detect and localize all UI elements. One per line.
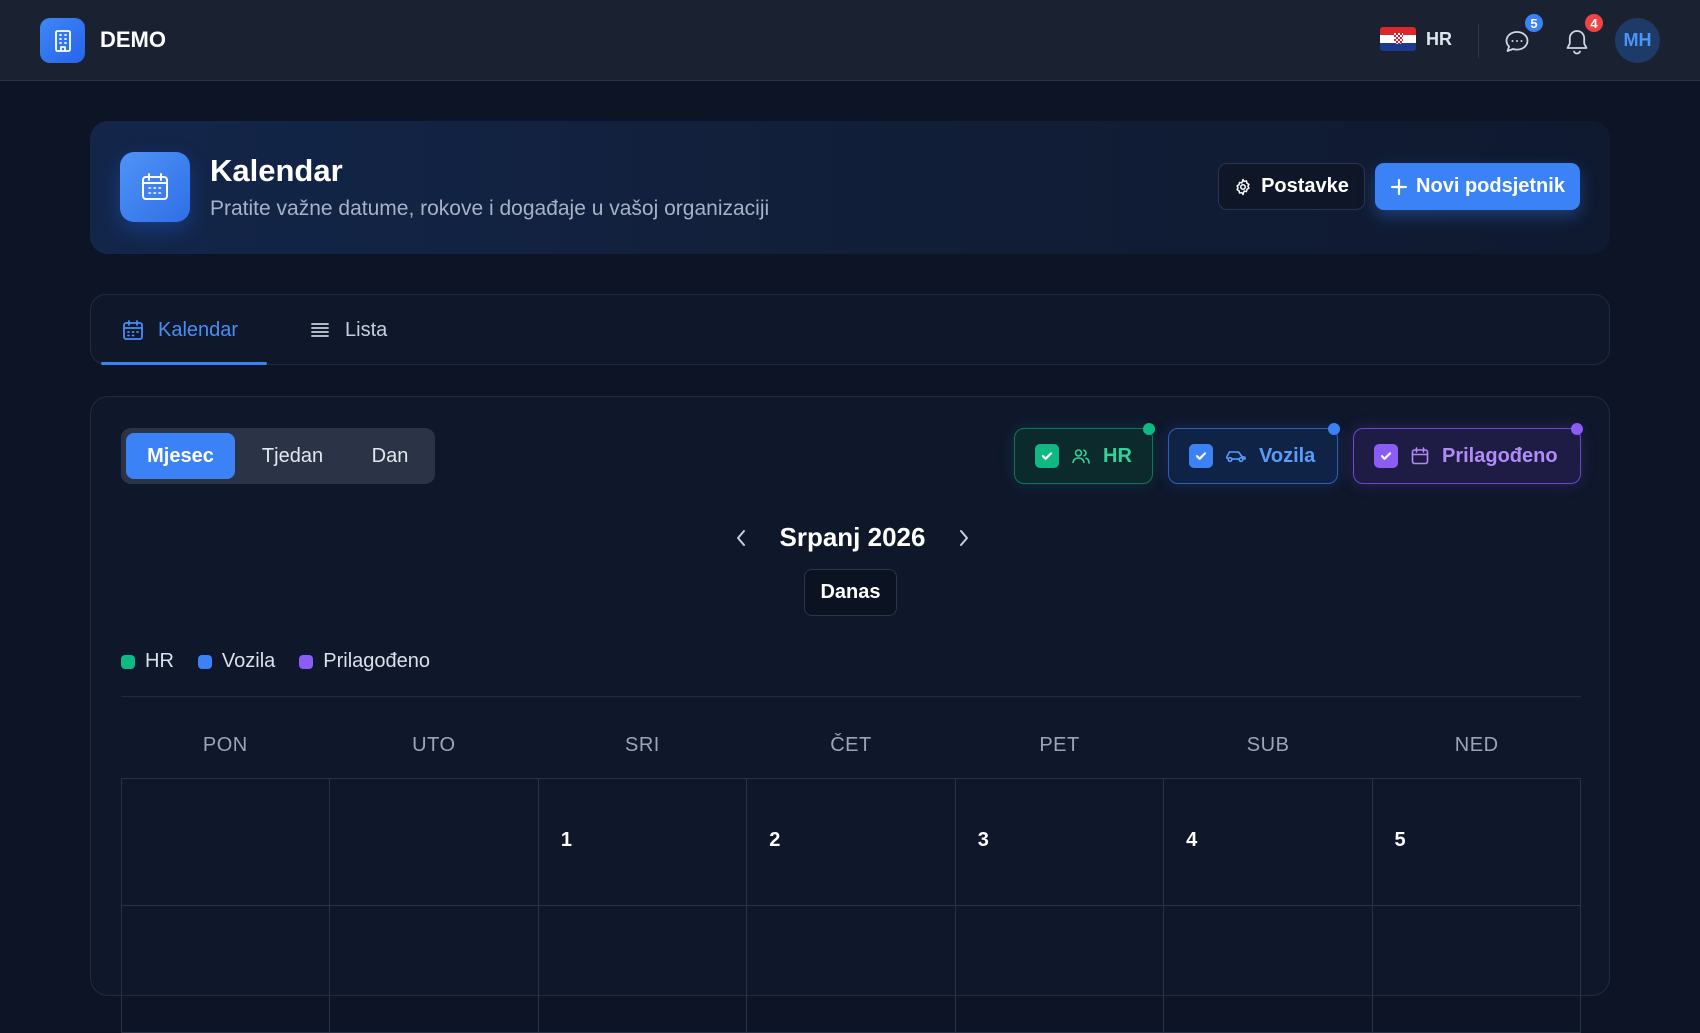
bell-icon bbox=[1566, 30, 1588, 55]
filter-custom-label: Prilagođeno bbox=[1442, 444, 1558, 467]
chat-bubble-icon bbox=[1505, 31, 1529, 52]
day-cell[interactable] bbox=[1164, 906, 1373, 1033]
day-cell[interactable] bbox=[122, 779, 331, 906]
calendar-icon bbox=[120, 152, 190, 222]
day-cell[interactable]: 4 bbox=[1164, 779, 1373, 906]
messages-badge: 5 bbox=[1523, 12, 1545, 34]
user-avatar[interactable]: MH bbox=[1615, 18, 1660, 63]
view-tabs: Kalendar Lista bbox=[90, 294, 1610, 365]
language-switcher[interactable]: HR bbox=[1380, 27, 1452, 51]
weekday-label: PET bbox=[1039, 734, 1080, 756]
tab-list[interactable]: Lista bbox=[309, 295, 387, 365]
day-cell[interactable] bbox=[747, 906, 956, 1033]
header-divider bbox=[1478, 24, 1479, 58]
filter-hr-label: HR bbox=[1103, 444, 1132, 467]
chevron-left-icon bbox=[737, 530, 745, 546]
previous-month-button[interactable] bbox=[726, 523, 756, 553]
page-subtitle: Pratite važne datume, rokove i događaje … bbox=[210, 197, 770, 220]
gear-icon bbox=[1236, 178, 1250, 195]
filter-vehicles-label: Vozila bbox=[1259, 444, 1316, 467]
day-cell[interactable] bbox=[538, 906, 748, 1033]
notifications-button[interactable]: 4 bbox=[1557, 12, 1605, 62]
legend-item-custom: Prilagođeno bbox=[299, 650, 430, 673]
filter-custom-indicator bbox=[1571, 423, 1583, 435]
day-cell[interactable]: 3 bbox=[955, 779, 1165, 906]
weekday-label: PON bbox=[202, 734, 248, 756]
filter-custom[interactable]: Prilagođeno bbox=[1353, 423, 1583, 484]
weekday-label: NED bbox=[1454, 734, 1499, 756]
settings-button[interactable]: Postavke bbox=[1218, 163, 1365, 210]
day-number: 2 bbox=[769, 829, 781, 851]
filter-vehicles-indicator bbox=[1328, 423, 1340, 435]
tab-calendar[interactable]: Kalendar bbox=[101, 295, 267, 365]
building-icon[interactable] bbox=[40, 18, 85, 63]
legend-item-vehicles: Vozila bbox=[197, 650, 276, 673]
users-icon bbox=[1072, 449, 1090, 464]
filter-hr-indicator bbox=[1143, 423, 1155, 435]
week-row bbox=[122, 906, 1581, 1033]
car-icon bbox=[1226, 451, 1246, 463]
page-header: Kalendar Pratite važne datume, rokove i … bbox=[90, 121, 1610, 254]
view-week-button[interactable]: Tjedan bbox=[235, 433, 350, 479]
calendar-panel: Mjesec Tjedan Dan HR Vozila Prilagođeno … bbox=[90, 396, 1610, 1033]
day-cell[interactable]: 1 bbox=[538, 779, 748, 906]
day-number: 3 bbox=[977, 829, 989, 851]
legend-swatch bbox=[121, 654, 135, 669]
calendar-icon bbox=[1411, 447, 1429, 465]
day-number: 5 bbox=[1394, 829, 1406, 851]
weekday-header: PON UTO SRI ČET PET SUB NED bbox=[121, 734, 1581, 757]
legend-swatch bbox=[197, 654, 212, 669]
notifications-badge: 4 bbox=[1583, 12, 1605, 34]
checkbox-checked-icon[interactable] bbox=[1374, 444, 1398, 468]
day-number: 4 bbox=[1186, 829, 1198, 851]
filter-vehicles[interactable]: Vozila bbox=[1168, 423, 1340, 484]
day-cell[interactable]: 5 bbox=[1372, 779, 1581, 906]
chevron-right-icon bbox=[960, 530, 968, 546]
brand-name[interactable]: DEMO bbox=[100, 27, 166, 53]
legend-label: Prilagođeno bbox=[323, 650, 431, 672]
legend-swatch bbox=[299, 654, 314, 669]
list-icon bbox=[311, 323, 329, 337]
day-cell[interactable]: 2 bbox=[747, 779, 956, 906]
week-row: 1 2 3 4 5 bbox=[122, 779, 1581, 906]
weekday-label: SRI bbox=[624, 734, 660, 756]
legend-divider bbox=[121, 696, 1581, 697]
filter-hr[interactable]: HR bbox=[1014, 423, 1155, 484]
today-button[interactable]: Danas bbox=[804, 569, 897, 616]
new-reminder-button[interactable]: Novi podsjetnik bbox=[1375, 163, 1580, 210]
legend-label: HR bbox=[145, 650, 174, 672]
messages-button[interactable]: 5 bbox=[1497, 12, 1545, 62]
view-month-button[interactable]: Mjesec bbox=[126, 433, 235, 479]
settings-label: Postavke bbox=[1261, 175, 1349, 197]
legend-label: Vozila bbox=[221, 650, 276, 672]
day-cell[interactable] bbox=[122, 906, 331, 1033]
day-cell[interactable] bbox=[330, 906, 539, 1033]
page-title: Kalendar bbox=[210, 153, 343, 188]
language-label: HR bbox=[1426, 28, 1452, 49]
day-cell[interactable] bbox=[1372, 906, 1581, 1033]
checkbox-checked-icon[interactable] bbox=[1189, 444, 1213, 468]
day-number: 1 bbox=[560, 829, 572, 851]
view-mode-switcher: Mjesec Tjedan Dan bbox=[121, 428, 435, 484]
calendar-icon bbox=[123, 320, 143, 340]
next-month-button[interactable] bbox=[949, 523, 979, 553]
tab-calendar-label: Kalendar bbox=[158, 318, 239, 341]
checkbox-checked-icon[interactable] bbox=[1035, 444, 1059, 468]
weekday-label: UTO bbox=[412, 734, 456, 756]
view-day-button[interactable]: Dan bbox=[350, 433, 430, 479]
month-grid: 1 2 3 4 5 bbox=[121, 778, 1581, 1033]
weekday-label: SUB bbox=[1246, 734, 1290, 756]
day-cell[interactable] bbox=[955, 906, 1165, 1033]
croatia-flag-icon bbox=[1380, 27, 1416, 51]
current-month-label: Srpanj 2026 bbox=[779, 522, 926, 552]
category-legend: HR Vozila Prilagođeno bbox=[121, 650, 430, 673]
legend-item-hr: HR bbox=[121, 650, 174, 673]
new-reminder-label: Novi podsjetnik bbox=[1416, 175, 1565, 197]
weekday-label: ČET bbox=[830, 734, 872, 756]
plus-icon bbox=[1390, 178, 1408, 195]
tab-list-label: Lista bbox=[345, 318, 388, 341]
top-bar: DEMO HR 5 4 MH bbox=[0, 0, 1700, 81]
day-cell[interactable] bbox=[330, 779, 539, 906]
